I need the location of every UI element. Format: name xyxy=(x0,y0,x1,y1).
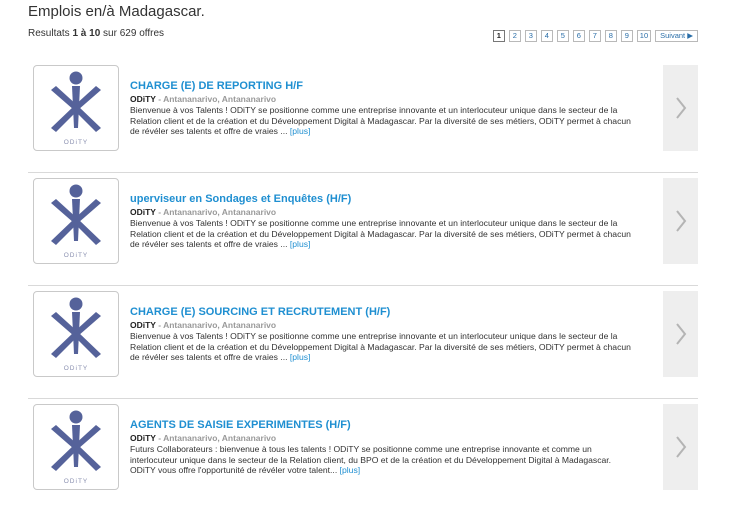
more-link[interactable]: [plus] xyxy=(340,465,361,475)
odity-logo[interactable]: ODiTY xyxy=(33,65,119,151)
chevron-right-icon xyxy=(675,323,686,345)
more-link[interactable]: [plus] xyxy=(290,239,311,249)
more-link[interactable]: [plus] xyxy=(290,352,311,362)
job-meta: ODiTY - Antananarivo, Antananarivo xyxy=(130,207,635,217)
job-item: ODiTY AGENTS DE SAISIE EXPERIMENTES (H/F… xyxy=(28,399,698,507)
job-description-text: Bienvenue à vos Talents ! ODiTY se posit… xyxy=(130,331,631,362)
job-location: - Antananarivo, Antananarivo xyxy=(155,433,277,443)
pagination: 1 2 3 4 5 6 7 8 9 10 Suivant ▶ xyxy=(492,30,698,42)
job-item: ODiTY CHARGE (E) SOURCING ET RECRUTEMENT… xyxy=(28,286,698,399)
page-link-1[interactable]: 1 xyxy=(492,30,505,42)
odity-logo-icon: ODiTY xyxy=(51,71,101,146)
job-meta: ODiTY - Antananarivo, Antananarivo xyxy=(130,94,635,104)
job-list: ODiTY CHARGE (E) DE REPORTING H/F ODiTY … xyxy=(28,60,698,507)
results-suffix: sur 629 offres xyxy=(100,28,165,39)
logo-lettering: ODiTY xyxy=(64,478,89,485)
odity-logo-icon: ODiTY xyxy=(51,297,101,372)
page-link-10[interactable]: 10 xyxy=(636,30,652,42)
job-description-text: Bienvenue à vos Talents ! ODiTY se posit… xyxy=(130,218,631,249)
results-summary: Resultats 1 à 10 sur 629 offres xyxy=(28,28,164,39)
page-link-8[interactable]: 8 xyxy=(604,30,617,42)
job-meta: ODiTY - Antananarivo, Antananarivo xyxy=(130,433,635,443)
page-link-5[interactable]: 5 xyxy=(556,30,569,42)
odity-logo[interactable]: ODiTY xyxy=(33,404,119,490)
logo-lettering: ODiTY xyxy=(64,252,89,259)
company-name: ODiTY xyxy=(130,207,156,217)
view-job-arrow-button[interactable] xyxy=(663,404,698,490)
chevron-right-icon xyxy=(675,97,686,119)
odity-logo[interactable]: ODiTY xyxy=(33,178,119,264)
company-name: ODiTY xyxy=(130,320,156,330)
job-item: ODiTY CHARGE (E) DE REPORTING H/F ODiTY … xyxy=(28,60,698,173)
job-description-text: Bienvenue à vos Talents ! ODiTY se posit… xyxy=(130,105,631,136)
odity-logo-icon: ODiTY xyxy=(51,184,101,259)
next-page-button[interactable]: Suivant ▶ xyxy=(655,30,698,42)
job-title-link[interactable]: uperviseur en Sondages et Enquêtes (H/F) xyxy=(130,193,635,205)
job-location: - Antananarivo, Antananarivo xyxy=(155,207,277,217)
job-body: CHARGE (E) DE REPORTING H/F ODiTY - Anta… xyxy=(130,80,635,137)
page-link-2[interactable]: 2 xyxy=(508,30,521,42)
job-body: CHARGE (E) SOURCING ET RECRUTEMENT (H/F)… xyxy=(130,306,635,363)
odity-logo-icon: ODiTY xyxy=(51,410,101,485)
page-title: Emplois en/à Madagascar. xyxy=(28,3,205,20)
job-body: AGENTS DE SAISIE EXPERIMENTES (H/F) ODiT… xyxy=(130,419,635,476)
more-link[interactable]: [plus] xyxy=(290,126,311,136)
view-job-arrow-button[interactable] xyxy=(663,291,698,377)
view-job-arrow-button[interactable] xyxy=(663,178,698,264)
company-name: ODiTY xyxy=(130,433,156,443)
job-description-text: Futurs Collaborateurs : bienvenue à tous… xyxy=(130,444,612,475)
job-description: Bienvenue à vos Talents ! ODiTY se posit… xyxy=(130,105,635,137)
job-location: - Antananarivo, Antananarivo xyxy=(155,320,277,330)
odity-logo[interactable]: ODiTY xyxy=(33,291,119,377)
job-body: uperviseur en Sondages et Enquêtes (H/F)… xyxy=(130,193,635,250)
job-title-link[interactable]: CHARGE (E) DE REPORTING H/F xyxy=(130,80,635,92)
job-title-link[interactable]: AGENTS DE SAISIE EXPERIMENTES (H/F) xyxy=(130,419,635,431)
page-link-7[interactable]: 7 xyxy=(588,30,601,42)
page-link-3[interactable]: 3 xyxy=(524,30,537,42)
job-title-link[interactable]: CHARGE (E) SOURCING ET RECRUTEMENT (H/F) xyxy=(130,306,635,318)
page-link-4[interactable]: 4 xyxy=(540,30,553,42)
chevron-right-icon xyxy=(675,436,686,458)
logo-lettering: ODiTY xyxy=(64,365,89,372)
results-prefix: Resultats xyxy=(28,28,73,39)
job-description: Bienvenue à vos Talents ! ODiTY se posit… xyxy=(130,331,635,363)
job-location: - Antananarivo, Antananarivo xyxy=(155,94,277,104)
job-meta: ODiTY - Antananarivo, Antananarivo xyxy=(130,320,635,330)
company-name: ODiTY xyxy=(130,94,156,104)
job-item: ODiTY uperviseur en Sondages et Enquêtes… xyxy=(28,173,698,286)
page-link-6[interactable]: 6 xyxy=(572,30,585,42)
page-link-9[interactable]: 9 xyxy=(620,30,633,42)
job-description: Futurs Collaborateurs : bienvenue à tous… xyxy=(130,444,635,476)
chevron-right-icon xyxy=(675,210,686,232)
view-job-arrow-button[interactable] xyxy=(663,65,698,151)
results-range: 1 à 10 xyxy=(72,28,101,39)
job-description: Bienvenue à vos Talents ! ODiTY se posit… xyxy=(130,218,635,250)
logo-lettering: ODiTY xyxy=(64,139,89,146)
